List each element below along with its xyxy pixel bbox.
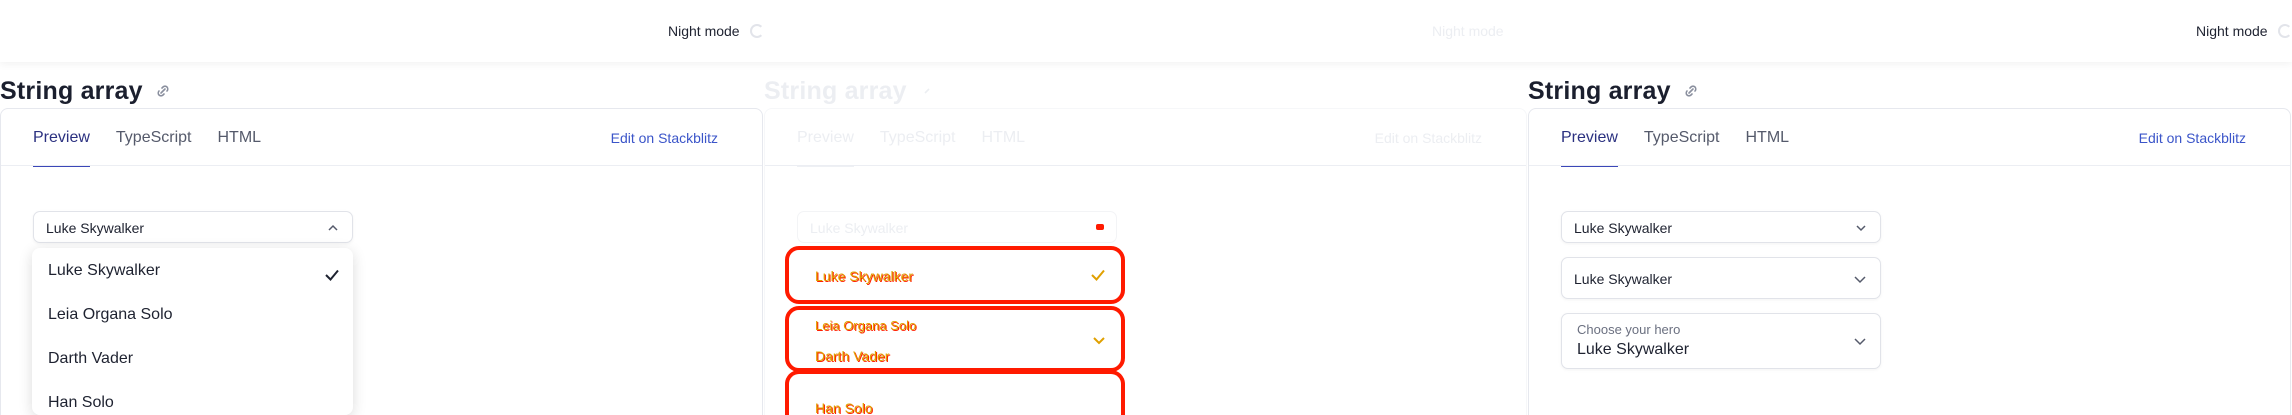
divider: [1529, 165, 2290, 166]
edit-on-stackblitz-link[interactable]: Edit on Stackblitz: [611, 130, 718, 146]
chevron-down-icon: [1852, 333, 1868, 354]
section-title: String array: [764, 76, 907, 105]
option-han-solo[interactable]: Han Solo: [48, 394, 114, 412]
glitch-text: Luke Skywalker: [815, 268, 914, 284]
divider: [1, 165, 762, 166]
tab-preview[interactable]: Preview: [33, 109, 90, 167]
tab-bar: Preview TypeScript HTML: [1561, 109, 1790, 167]
toggle-icon: [749, 24, 764, 38]
check-icon: [323, 266, 341, 289]
tab-preview[interactable]: Preview: [1561, 109, 1618, 167]
select-field-medium[interactable]: Luke Skywalker: [1561, 257, 1881, 299]
link-icon[interactable]: [153, 81, 173, 101]
tab-bar: Preview TypeScript HTML: [797, 109, 1026, 167]
section-title: String array: [1528, 76, 1671, 105]
dropdown-menu: Luke Skywalker Leia Organa Solo Darth Va…: [32, 248, 353, 415]
chevron-down-icon: [1854, 221, 1868, 240]
link-icon[interactable]: [1681, 81, 1701, 101]
night-mode-toggle[interactable]: Night mode: [668, 23, 764, 39]
select-field-labeled[interactable]: Choose your hero Luke Skywalker: [1561, 313, 1881, 369]
select-value: Luke Skywalker: [1577, 341, 1690, 358]
select-value: Luke Skywalker: [1574, 220, 1673, 236]
tab-html[interactable]: HTML: [982, 109, 1026, 165]
glitch-marker: [1096, 224, 1104, 230]
select-field[interactable]: Luke Skywalker: [33, 211, 353, 243]
night-mode-label: Night mode: [2196, 23, 2268, 39]
tab-bar: Preview TypeScript HTML: [33, 109, 262, 167]
option-luke-skywalker[interactable]: Luke Skywalker: [48, 262, 160, 280]
night-mode-label: Night mode: [668, 23, 740, 39]
edit-on-stackblitz-link[interactable]: Edit on Stackblitz: [1375, 130, 1482, 146]
tab-preview[interactable]: Preview: [797, 109, 854, 167]
tab-html[interactable]: HTML: [1746, 109, 1790, 165]
section-title: String array: [0, 76, 143, 105]
select-value: Luke Skywalker: [810, 220, 909, 236]
panel-dropdown-open: String array Preview TypeScript HTML Edi…: [0, 62, 764, 415]
check-icon: [1089, 266, 1107, 289]
select-field-small[interactable]: Luke Skywalker: [1561, 211, 1881, 243]
glitch-box: Luke Skywalker: [785, 246, 1125, 304]
night-mode-toggle-faded[interactable]: Night mode: [1432, 23, 1504, 39]
option-darth-vader[interactable]: Darth Vader: [48, 350, 133, 368]
select-value: Luke Skywalker: [46, 220, 145, 236]
tab-typescript[interactable]: TypeScript: [880, 109, 956, 165]
select-label: Choose your hero: [1577, 322, 1681, 337]
select-value: Luke Skywalker: [1574, 271, 1673, 287]
chevron-down-icon: [1852, 271, 1868, 292]
tab-html[interactable]: HTML: [218, 109, 262, 165]
top-bar: Night mode Night mode Night mode: [0, 0, 2292, 62]
glitch-box: Han Solo: [785, 370, 1125, 415]
panel-select-variants: String array Preview TypeScript HTML Edi…: [1528, 62, 2292, 415]
tab-typescript[interactable]: TypeScript: [116, 109, 192, 165]
chevron-up-icon: [326, 221, 340, 240]
night-mode-label: Night mode: [1432, 23, 1504, 39]
tab-typescript[interactable]: TypeScript: [1644, 109, 1720, 165]
glitch-text: Darth Vader: [815, 348, 890, 364]
toggle-icon: [2277, 24, 2292, 38]
divider: [765, 165, 1526, 166]
link-icon[interactable]: [917, 81, 937, 101]
glitch-box: Leia Organa Solo Darth Vader: [785, 306, 1125, 372]
edit-on-stackblitz-link[interactable]: Edit on Stackblitz: [2139, 130, 2246, 146]
option-leia-organa-solo[interactable]: Leia Organa Solo: [48, 306, 173, 324]
select-field[interactable]: Luke Skywalker: [797, 211, 1117, 243]
night-mode-toggle[interactable]: Night mode: [2196, 23, 2292, 39]
chevron-down-icon: [1091, 332, 1107, 353]
example-card: Preview TypeScript HTML Edit on Stackbli…: [1528, 108, 2291, 415]
glitch-text: Han Solo: [815, 400, 873, 415]
glitch-text: Leia Organa Solo: [815, 318, 917, 333]
